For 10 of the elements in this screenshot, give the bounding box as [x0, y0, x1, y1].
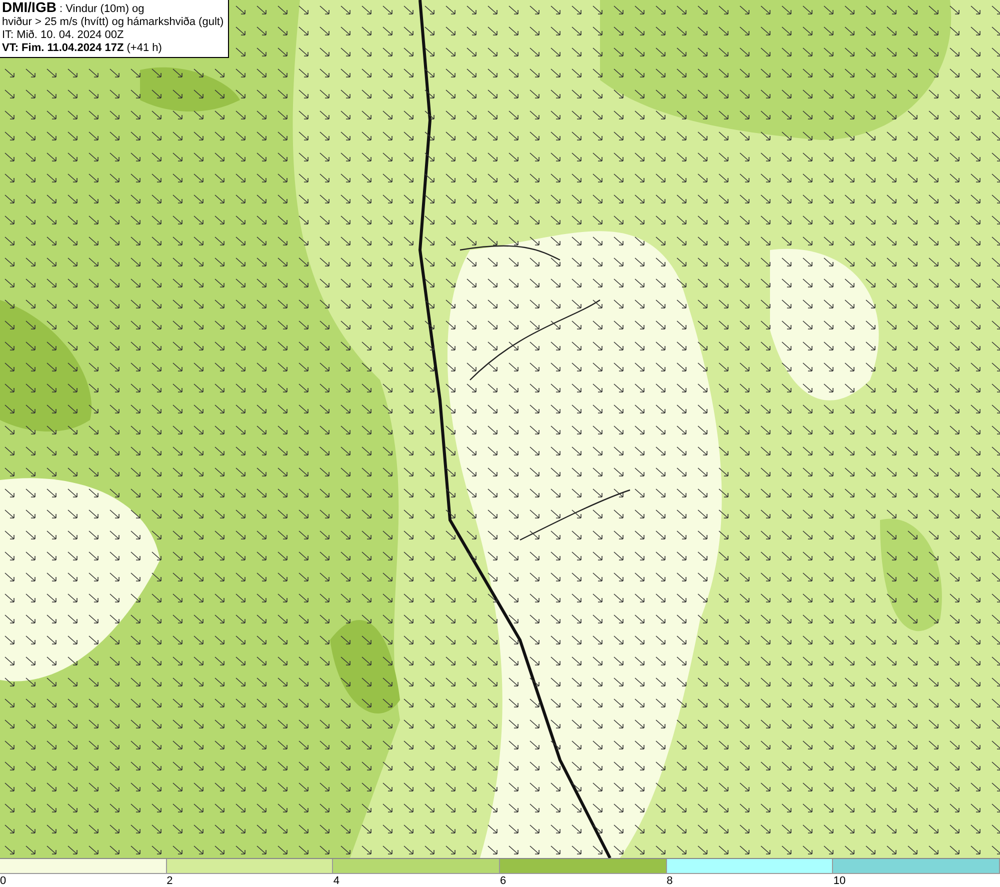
info-text: IT: Mið. 10. 04. 2024 00Z — [2, 29, 125, 42]
tick-label: 8 — [666, 874, 673, 887]
info-text: hviður > 25 m/s (hvítt) og hámarkshviða (gult) — [2, 16, 224, 29]
tick-label: 10 — [833, 874, 846, 887]
tick-label: 6 — [500, 874, 506, 887]
tick-label: 0 — [0, 874, 6, 887]
info-text: DMI/IGB : Vindur (10m) og — [2, 1, 146, 16]
info-text: VT: Fim. 11.04.2024 17Z (+41 h) — [2, 42, 163, 55]
tick-label: 4 — [333, 874, 340, 887]
tick-label: 2 — [166, 874, 173, 887]
